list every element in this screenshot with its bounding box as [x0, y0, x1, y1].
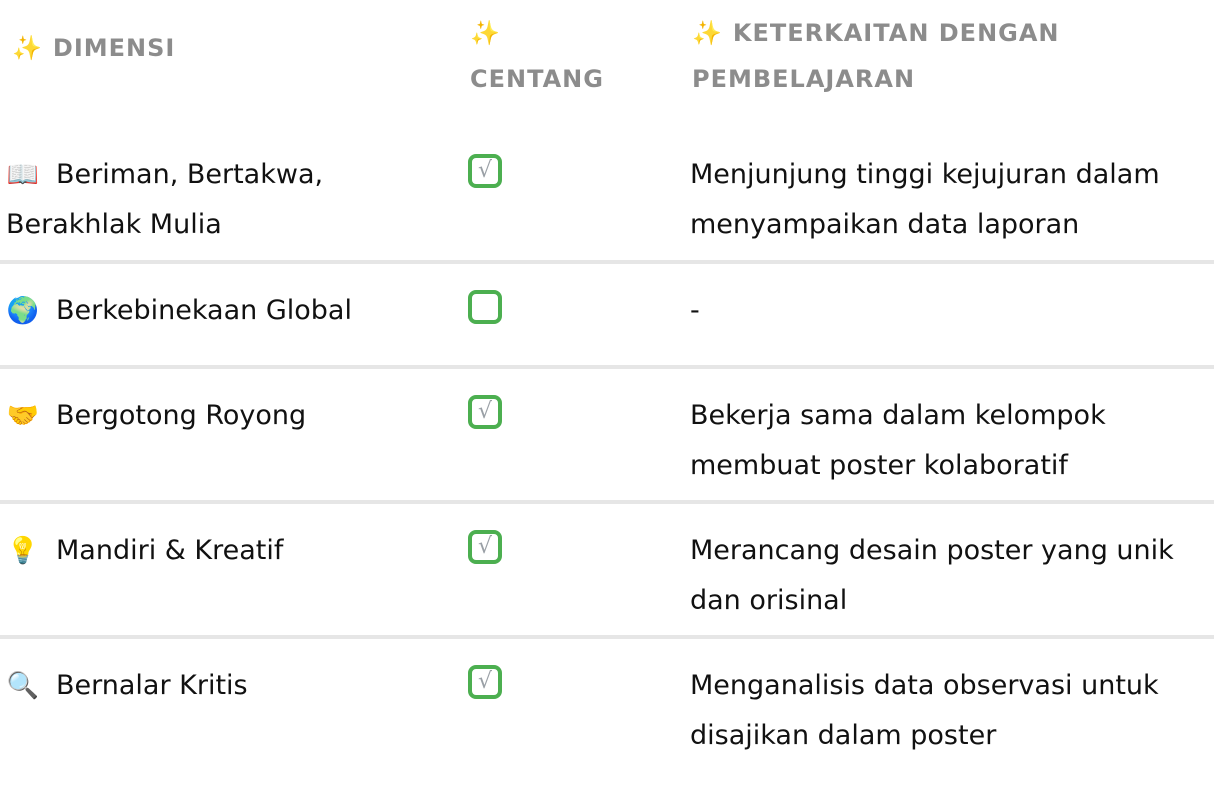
globe-icon: 🌍 — [6, 296, 40, 326]
check-mark: √ — [477, 158, 493, 183]
dimension-checkbox[interactable]: √ — [468, 665, 502, 699]
check-mark: √ — [477, 669, 493, 694]
header-dimensi: ✨ DIMENSI — [12, 34, 176, 62]
header-centang: ✨ CENTANG — [470, 10, 650, 102]
sparkles-icon: ✨ — [12, 34, 43, 62]
header-keterkaitan: ✨ KETERKAITAN DENGAN PEMBELAJARAN — [692, 10, 1192, 102]
relation-text: Bekerja sama dalam kelompok membuat post… — [690, 400, 1106, 481]
table-row: 💡 Mandiri & Kreatif √ Merancang desain po… — [0, 504, 1214, 639]
dimension-label: Beriman, Bertakwa, Berakhlak Mulia — [6, 159, 324, 240]
dimension-label: Bernalar Kritis — [56, 670, 248, 701]
dimension-table: ✨ DIMENSI ✨ CENTANG ✨ KETERKAITAN DENGAN P… — [0, 0, 1214, 770]
dimension-label: Berkebinekaan Global — [56, 295, 352, 326]
dimension-label: Mandiri & Kreatif — [56, 535, 284, 566]
sparkles-icon: ✨ — [692, 19, 723, 47]
check-mark: √ — [477, 399, 493, 424]
dimension-checkbox[interactable]: √ — [468, 395, 502, 429]
relation-text: Merancang desain poster yang unik dan or… — [690, 535, 1174, 616]
book-icon: 📖 — [6, 160, 40, 190]
table-row: 🤝 Bergotong Royong √ Bekerja sama dalam k… — [0, 369, 1214, 504]
lightbulb-icon: 💡 — [6, 536, 40, 566]
sparkles-icon: ✨ — [470, 19, 501, 47]
magnifier-icon: 🔍 — [6, 671, 40, 701]
dimension-checkbox[interactable] — [468, 290, 502, 324]
dimension-cell: 🌍 Berkebinekaan Global — [6, 286, 446, 336]
relation-text: Menjunjung tinggi kejujuran dalam menyam… — [690, 159, 1160, 240]
dimension-cell: 🔍 Bernalar Kritis — [6, 661, 446, 711]
relation-text: Menganalisis data observasi untuk disaji… — [690, 670, 1159, 751]
dimension-cell: 💡 Mandiri & Kreatif — [6, 526, 446, 576]
table-row: 🔍 Bernalar Kritis √ Menganalisis data obs… — [0, 639, 1214, 770]
relation-text: - — [690, 295, 700, 326]
dimension-checkbox[interactable]: √ — [468, 530, 502, 564]
dimension-checkbox[interactable]: √ — [468, 154, 502, 188]
table-header: ✨ DIMENSI ✨ CENTANG ✨ KETERKAITAN DENGAN P… — [0, 0, 1214, 128]
handshake-icon: 🤝 — [6, 401, 40, 431]
dimension-label: Bergotong Royong — [56, 400, 307, 431]
table-row: 📖 Beriman, Bertakwa, Berakhlak Mulia √ Me… — [0, 128, 1214, 264]
table-row: 🌍 Berkebinekaan Global - — [0, 264, 1214, 369]
dimension-cell: 🤝 Bergotong Royong — [6, 391, 446, 441]
check-mark: √ — [477, 534, 493, 559]
dimension-cell: 📖 Beriman, Bertakwa, Berakhlak Mulia — [6, 150, 446, 250]
